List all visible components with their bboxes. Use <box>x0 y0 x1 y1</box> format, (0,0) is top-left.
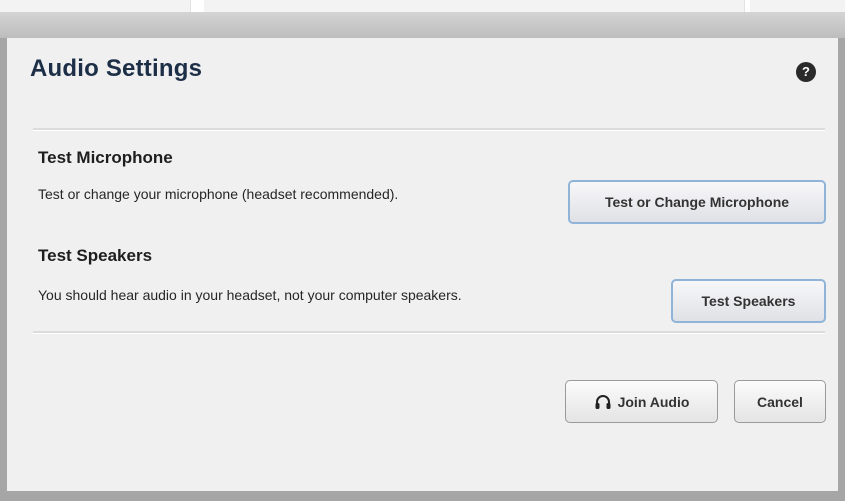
background-window-strip <box>0 0 845 12</box>
microphone-description: Test or change your microphone (headset … <box>38 186 399 202</box>
join-audio-button[interactable]: Join Audio <box>565 380 718 423</box>
test-change-microphone-button[interactable]: Test or Change Microphone <box>568 180 826 224</box>
background-tab-segment <box>0 0 191 12</box>
dialog-title-bar[interactable] <box>0 12 845 38</box>
speakers-description: You should hear audio in your headset, n… <box>38 287 462 303</box>
test-speakers-button[interactable]: Test Speakers <box>671 279 826 323</box>
dialog-title: Audio Settings <box>30 55 203 82</box>
section-title-microphone: Test Microphone <box>38 148 173 167</box>
divider-bottom <box>33 331 825 334</box>
cancel-button[interactable]: Cancel <box>734 380 826 423</box>
divider-top <box>33 128 825 131</box>
help-icon[interactable]: ? <box>796 62 816 82</box>
background-tab-segment <box>750 0 845 12</box>
join-audio-label: Join Audio <box>617 393 690 410</box>
background-tab-segment <box>204 0 745 12</box>
section-title-speakers: Test Speakers <box>38 246 153 265</box>
headset-icon <box>594 393 612 411</box>
